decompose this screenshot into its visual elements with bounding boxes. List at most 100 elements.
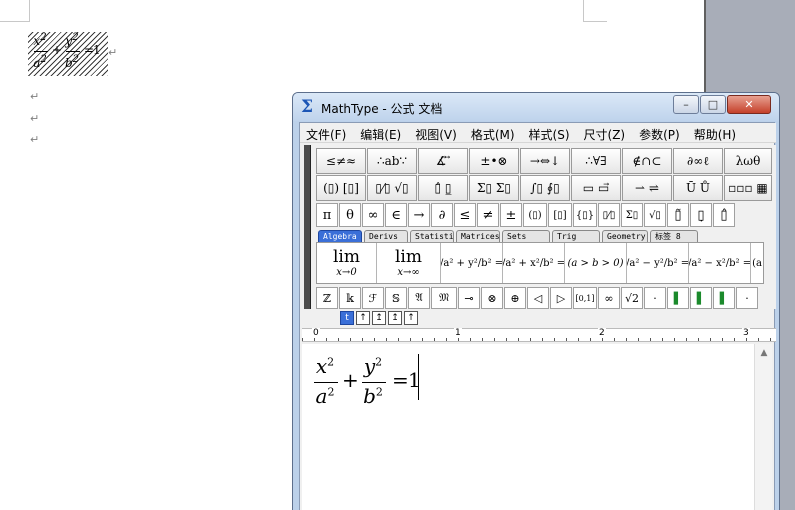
tab-trig[interactable]: Trig [552,230,600,242]
misc-symbols-palette[interactable]: ∂∞ℓ [673,148,723,174]
integrals-palette[interactable]: ∫▯ ∮▯ [520,175,570,201]
fraction-button[interactable]: ▯⁄▯ [598,203,620,227]
sqrt-button[interactable]: √▯ [644,203,666,227]
size-tab-bar: t ↑ ↥ ↥ ↑ [340,311,420,325]
fractions-radicals-palette[interactable]: ▯⁄▯ √▯ [367,175,417,201]
symbol-dot-button-2[interactable]: · [736,287,758,309]
green-bar-button-3[interactable]: ▌ [713,287,735,309]
vertical-scrollbar[interactable]: ▲ [754,344,772,510]
symbol-a-button[interactable]: 𝔄 [408,287,430,309]
eq-exp: 2 [375,355,383,369]
size-tab-3[interactable]: ↥ [372,311,386,325]
theta-button[interactable]: θ [339,203,361,227]
symbol-m-button[interactable]: 𝔐 [431,287,457,309]
symbol-otimes-button[interactable]: ⊗ [481,287,503,309]
dot-below-button[interactable]: ▯̣ [690,203,712,227]
ellipse-y-template[interactable]: y²/a² + x²/b² = 1 [503,243,565,283]
scroll-up-arrow-icon[interactable]: ▲ [757,346,771,360]
ruler-mark: 3 [742,328,750,338]
tilde-button[interactable]: ▯̃ [667,203,689,227]
tab-matrices[interactable]: Matrices [456,230,500,242]
menu-preferences[interactable]: 参数(P) [633,123,688,142]
menu-help[interactable]: 帮助(H) [688,123,744,142]
menu-size[interactable]: 尺寸(Z) [578,123,634,142]
ruler[interactable]: 0 1 2 3 [302,328,776,342]
products-palette[interactable]: Ū Ů [673,175,723,201]
size-tab-5[interactable]: ↑ [404,311,418,325]
size-tab-2[interactable]: ↑ [356,311,370,325]
element-of-button[interactable]: ∈ [385,203,407,227]
symbol-right-triangle-button[interactable]: ▷ [550,287,572,309]
tab-geometry[interactable]: Geometry [602,230,648,242]
green-bar-button-2[interactable]: ▌ [690,287,712,309]
tab-algebra[interactable]: Algebra [318,230,362,242]
brackets-button[interactable]: [▯] [548,203,572,227]
summations-palette[interactable]: Σ▯ Σ▯ [469,175,519,201]
selected-equation-object[interactable]: x2 a2 + y2 b2 = 1 [28,32,108,76]
braces-button[interactable]: {▯} [573,203,597,227]
symbol-s-button[interactable]: 𝕊 [385,287,407,309]
symbol-infinity-button[interactable]: ∞ [598,287,620,309]
symbol-left-triangle-button[interactable]: ◁ [527,287,549,309]
operators-palette[interactable]: ±•⊗ [469,148,519,174]
menu-format[interactable]: 格式(M) [465,123,523,142]
tab-label-8[interactable]: 标签 8 [650,230,698,242]
tab-sets[interactable]: Sets [502,230,550,242]
relations-palette[interactable]: ≤≠≈ [316,148,366,174]
infinity-button[interactable]: ∞ [362,203,384,227]
minimize-button[interactable]: – [673,95,699,114]
tab-statistics[interactable]: Statisti [410,230,454,242]
hat-button[interactable]: ▯̂ [713,203,735,227]
lim-sub: x→0 [336,266,357,278]
size-tab-4[interactable]: ↥ [388,311,402,325]
symbol-sqrt2-button[interactable]: √2 [621,287,643,309]
arrows-palette[interactable]: →⇔↓ [520,148,570,174]
title-bar[interactable]: Σ MathType - 公式 文档 – □ ✕ [293,93,779,121]
lim-word: lim [333,246,360,267]
pi-button[interactable]: π [316,203,338,227]
greek-palette[interactable]: λωθ [724,148,772,174]
maximize-button[interactable]: □ [700,95,726,114]
ruler-mark: 2 [598,328,606,338]
sum-button[interactable]: Σ▯ [621,203,643,227]
parentheses-button[interactable]: (▯) [523,203,547,227]
symbol-multimap-button[interactable]: ⊸ [458,287,480,309]
menu-style[interactable]: 样式(S) [523,123,578,142]
sets-palette[interactable]: ∉∩⊂ [622,148,672,174]
spaces-palette[interactable]: ∴ab∵ [367,148,417,174]
partial-template[interactable]: (a [751,243,763,283]
tab-derivs[interactable]: Derivs [364,230,408,242]
hyperbola-x-template[interactable]: x²/a² − y²/b² = 1 [627,243,689,283]
symbol-dot-button[interactable]: · [644,287,666,309]
green-bar-button[interactable]: ▌ [667,287,689,309]
logic-palette[interactable]: ∴∀∃ [571,148,621,174]
menu-edit[interactable]: 编辑(E) [354,123,409,142]
symbol-interval-button[interactable]: [0,1] [573,287,597,309]
condition-template[interactable]: (a > b > 0) [565,243,627,283]
equation-editor[interactable]: x2 a2 + y2 b2 = 1 [302,344,754,510]
symbol-integers-button[interactable]: ℤ [316,287,338,309]
symbol-f-button[interactable]: ℱ [362,287,384,309]
subscripts-palette[interactable]: ▯̂ ▯̲ [418,175,468,201]
limit-to-zero-template[interactable]: lim x→0 [317,243,377,283]
ellipse-x-template[interactable]: x²/a² + y²/b² = 1 [441,243,503,283]
hyperbola-y-template[interactable]: y²/a² − x²/b² = 1 [689,243,751,283]
symbol-oplus-button[interactable]: ⊕ [504,287,526,309]
partial-button[interactable]: ∂ [431,203,453,227]
size-tab-1[interactable]: t [340,311,354,325]
fences-palette[interactable]: (▯) [▯] [316,175,366,201]
bars-palette[interactable]: ▭ ▭⃗ [571,175,621,201]
not-equal-button[interactable]: ≠ [477,203,499,227]
right-arrow-button[interactable]: → [408,203,430,227]
close-button[interactable]: ✕ [727,95,771,114]
toolbar-grip[interactable] [304,145,311,309]
menu-file[interactable]: 文件(F) [300,123,354,142]
limit-to-infinity-template[interactable]: lim x→∞ [377,243,441,283]
less-equal-button[interactable]: ≤ [454,203,476,227]
symbol-k-button[interactable]: 𝕜 [339,287,361,309]
embellishments-palette[interactable]: ∡⃗ ⃗ [418,148,468,174]
labeled-arrows-palette[interactable]: ⇀ ⇌ [622,175,672,201]
menu-view[interactable]: 视图(V) [409,123,465,142]
matrices-palette[interactable]: ▫▫▫ ▦ [724,175,772,201]
plus-minus-button[interactable]: ± [500,203,522,227]
